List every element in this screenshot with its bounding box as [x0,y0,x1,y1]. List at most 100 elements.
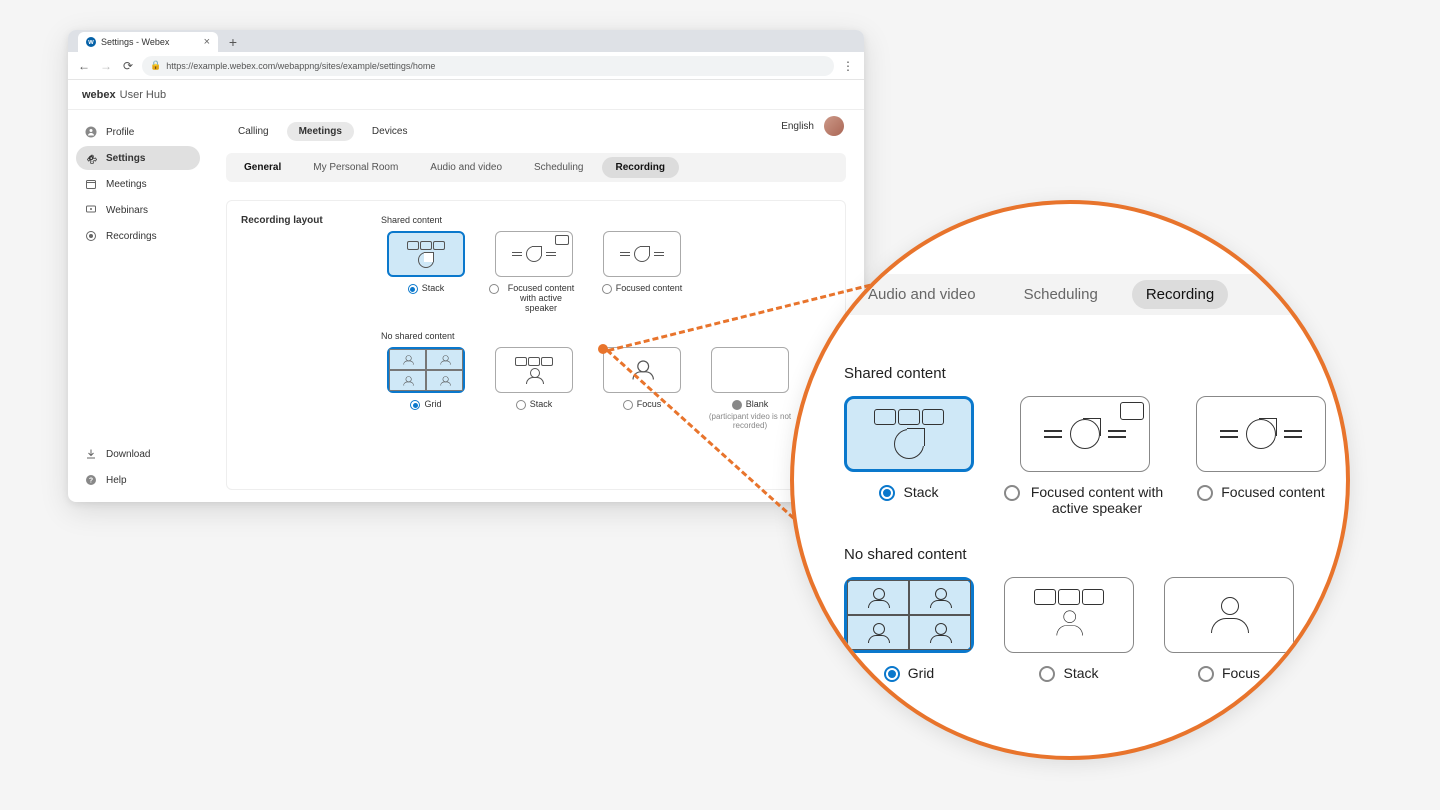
browser-tab[interactable]: w Settings - Webex × [78,32,218,52]
record-icon [84,229,98,243]
zoom-layout-stack-ns[interactable]: Stack [1004,577,1134,682]
main-tab-devices[interactable]: Devices [360,122,420,141]
sidebar-item-webinars[interactable]: Webinars [76,198,200,222]
option-label: Grid [424,399,441,409]
help-icon: ? [84,473,98,487]
radio-icon[interactable] [1004,485,1020,501]
back-button[interactable]: ← [76,58,92,74]
layout-grid[interactable]: Grid [381,347,471,430]
zoom-noshared-title: No shared content [844,546,1326,563]
zoom-layout-focused[interactable]: Focused content [1196,396,1326,516]
sidebar-item-profile[interactable]: Profile [76,120,200,144]
sidebar-item-recordings[interactable]: Recordings [76,224,200,248]
radio-icon[interactable] [623,400,633,410]
zoom-layout-focus-ns[interactable]: Focus [1164,577,1294,682]
browser-menu-button[interactable]: ⋮ [840,59,856,73]
sidebar: Profile Settings Meetings Webinars Recor… [68,110,208,502]
zoom-thumb-focused [1196,396,1326,472]
zoom-sub-tab-scheduling[interactable]: Scheduling [1010,280,1112,309]
radio-icon[interactable] [489,284,499,294]
thumb-focused [603,231,681,277]
webinar-icon [84,203,98,217]
zoom-layout-stack[interactable]: Stack [844,396,974,516]
app-subtitle: User Hub [120,89,166,101]
zoom-callout: Audio and video Scheduling Recording Sha… [790,200,1350,760]
radio-icon[interactable] [884,666,900,682]
main-tabs: Calling Meetings Devices [226,122,846,141]
option-label: Stack [903,484,938,500]
sub-tab-recording[interactable]: Recording [602,157,679,178]
sidebar-label: Settings [106,153,145,164]
radio-icon[interactable] [879,485,895,501]
sidebar-item-meetings[interactable]: Meetings [76,172,200,196]
layout-focused[interactable]: Focused content [597,231,687,313]
radio-icon[interactable] [1198,666,1214,682]
new-tab-button[interactable]: + [224,33,242,51]
layout-focus-ns[interactable]: Focus [597,347,687,430]
zoom-shared-title: Shared content [844,365,1326,382]
radio-icon[interactable] [1039,666,1055,682]
sub-tab-scheduling[interactable]: Scheduling [520,157,597,178]
main-tab-meetings[interactable]: Meetings [287,122,354,141]
radio-icon[interactable] [410,400,420,410]
forward-button[interactable]: → [98,58,114,74]
sidebar-item-settings[interactable]: Settings [76,146,200,170]
zoom-thumb-grid [844,577,974,653]
zoom-sub-tabs: Audio and video Scheduling Recording [814,274,1326,315]
close-tab-icon[interactable]: × [204,36,210,48]
layout-focused-active[interactable]: Focused content with active speaker [489,231,579,313]
option-label: Focused content [616,283,683,293]
option-label: Blank [746,399,769,409]
sub-tab-audio-video[interactable]: Audio and video [416,157,516,178]
tab-title: Settings - Webex [101,37,169,47]
thumb-grid [387,347,465,393]
main-tab-calling[interactable]: Calling [226,122,281,141]
option-label: Focus [1222,665,1260,681]
download-icon [84,447,98,461]
brand-name: webex [82,89,116,101]
option-label: Focused content with active speaker [1028,484,1166,516]
sub-tab-personal-room[interactable]: My Personal Room [299,157,412,178]
zoom-layout-focused-active[interactable]: Focused content with active speaker [1004,396,1166,516]
person-icon [84,125,98,139]
browser-tab-bar: w Settings - Webex × + [68,30,864,52]
zoom-sub-tab-recording[interactable]: Recording [1132,280,1228,309]
radio-icon[interactable] [602,284,612,294]
thumb-blank [711,347,789,393]
layout-stack[interactable]: Stack [381,231,471,313]
calendar-icon [84,177,98,191]
thumb-focused-active [495,231,573,277]
url-text: https://example.webex.com/webappng/sites… [166,61,435,71]
option-label: Grid [908,665,934,681]
layout-blank[interactable]: Blank (participant video is not recorded… [705,347,795,430]
radio-icon[interactable] [516,400,526,410]
avatar[interactable] [824,116,844,136]
reload-button[interactable]: ⟳ [120,58,136,74]
radio-icon[interactable] [1197,485,1213,501]
sub-tab-general[interactable]: General [230,157,295,178]
option-label: Stack [1063,665,1098,681]
recording-panel: Recording layout Shared content Stack [226,200,846,490]
svg-text:?: ? [89,478,93,485]
webex-favicon: w [86,37,96,47]
lock-icon: 🔒 [150,60,161,71]
zoom-thumb-stack [844,396,974,472]
sidebar-item-help[interactable]: ? Help [76,468,200,492]
blank-note: (participant video is not recorded) [705,412,795,430]
address-bar: ← → ⟳ 🔒 https://example.webex.com/webapp… [68,52,864,80]
zoom-layout-grid[interactable]: Grid [844,577,974,682]
url-field[interactable]: 🔒 https://example.webex.com/webappng/sit… [142,56,834,76]
sidebar-label: Recordings [106,231,157,242]
no-shared-content-title: No shared content [381,331,831,341]
sidebar-label: Webinars [106,205,148,216]
shared-content-title: Shared content [381,215,831,225]
radio-icon[interactable] [732,400,742,410]
browser-window: w Settings - Webex × + ← → ⟳ 🔒 https://e… [68,30,864,502]
zoom-sub-tab-audio-video[interactable]: Audio and video [854,280,990,309]
language-selector[interactable]: English [781,121,814,132]
layout-stack-ns[interactable]: Stack [489,347,579,430]
radio-icon[interactable] [408,284,418,294]
gear-icon [84,151,98,165]
sidebar-item-download[interactable]: Download [76,442,200,466]
thumb-stack [387,231,465,277]
